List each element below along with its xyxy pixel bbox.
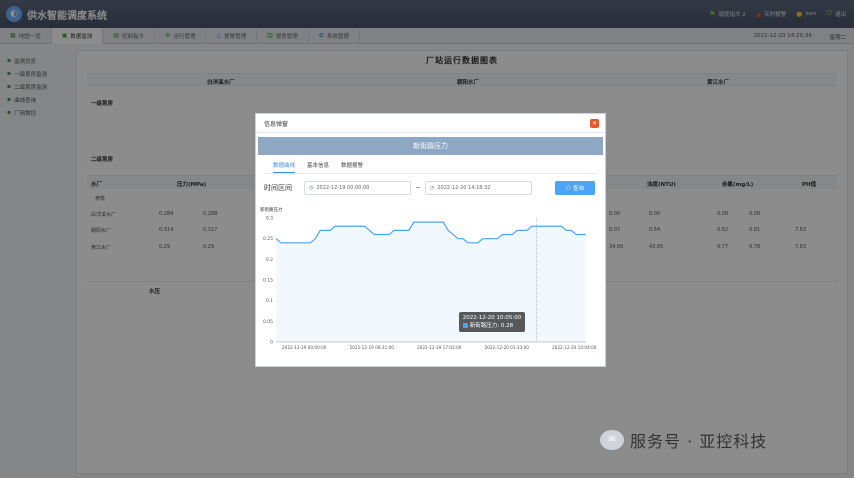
tab-data-alarm[interactable]: 数据报警 xyxy=(341,161,363,173)
y-axis-label: 新街路压力 xyxy=(260,206,283,213)
watermark: ✉ 服务号 · 亚控科技 xyxy=(600,428,767,452)
series-area xyxy=(276,222,586,342)
x-tick-label: 2022-12-19 17:02:00 xyxy=(417,345,462,350)
dialog-banner: 新街路压力 xyxy=(258,137,603,155)
tooltip-value: 新街路压力: 0.28 xyxy=(469,323,514,329)
y-tick-label: 0.2 xyxy=(266,257,273,263)
start-date-value: 2022-12-19 00:00:00 xyxy=(316,185,370,191)
start-date-input[interactable]: ◷ 2022-12-19 00:00:00 xyxy=(304,181,411,195)
series-dot-icon xyxy=(462,323,468,328)
x-tick-label: 2022-12-19 00:00:00 xyxy=(282,345,327,350)
tab-basic-info[interactable]: 基本信息 xyxy=(307,161,329,173)
tooltip-time: 2022-12-20 10:05:00 xyxy=(462,315,522,321)
clock-icon: ◷ xyxy=(430,185,435,191)
y-tick-label: 0.25 xyxy=(263,236,273,242)
x-tick-label: 2022-12-20 01:33:00 xyxy=(485,345,530,350)
y-tick-label: 0.3 xyxy=(266,216,273,222)
x-tick-label: 2022-12-20 10:04:00 xyxy=(552,345,597,350)
range-separator: ~ xyxy=(415,184,421,192)
dialog-tabs: 数据曲线 基本信息 数据报警 xyxy=(256,161,605,173)
watermark-text: 服务号 · 亚控科技 xyxy=(630,432,768,451)
time-range-label: 时间区间 xyxy=(264,184,292,192)
pressure-chart[interactable]: 新街路压力 0.3 0.25 0.2 0.15 0.1 0.05 0 2022-12-19 00… xyxy=(256,202,607,362)
tab-data-curve[interactable]: 数据曲线 xyxy=(273,161,296,173)
end-date-input[interactable]: ◷ 2022-12-20 14:18:32 xyxy=(425,181,532,195)
info-dialog: 信息弹窗 ✕ 新街路压力 数据曲线 基本信息 数据报警 时间区间 ◷ 2022-… xyxy=(255,113,606,367)
end-date-value: 2022-12-20 14:18:32 xyxy=(437,185,491,191)
chart-tooltip: 2022-12-20 10:05:00 新街路压力: 0.28 xyxy=(458,312,526,332)
wechat-icon: ✉ xyxy=(600,430,624,450)
chart-svg: 新街路压力 0.3 0.25 0.2 0.15 0.1 0.05 0 2022-12-19 00… xyxy=(260,206,597,350)
close-icon[interactable]: ✕ xyxy=(590,119,599,128)
query-button[interactable]: ○ 查询 xyxy=(555,181,595,195)
search-icon: ○ xyxy=(566,185,571,191)
dialog-header: 信息弹窗 xyxy=(256,114,605,133)
y-tick-label: 0.15 xyxy=(263,278,273,284)
query-label: 查询 xyxy=(572,186,584,192)
x-tick-label: 2022-12-19 08:31:00 xyxy=(350,345,395,350)
y-tick-label: 0.05 xyxy=(263,319,273,325)
y-tick-label: 0 xyxy=(270,340,273,346)
time-range-row: 时间区间 ◷ 2022-12-19 00:00:00 ~ ◷ 2022-12-2… xyxy=(264,181,532,195)
clock-icon: ◷ xyxy=(309,185,314,191)
tabs-divider xyxy=(264,173,597,174)
y-tick-label: 0.1 xyxy=(266,298,273,304)
